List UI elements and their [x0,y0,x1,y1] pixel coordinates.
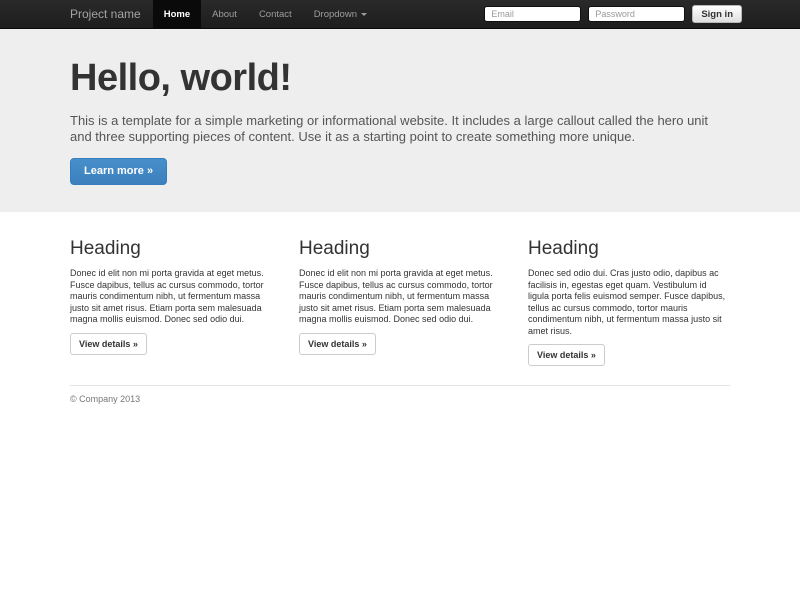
nav-item-home[interactable]: Home [153,0,201,28]
column-1: Heading Donec id elit non mi porta gravi… [70,238,272,366]
footer: © Company 2013 [0,385,800,404]
sign-in-button[interactable]: Sign in [692,5,742,23]
nav-item-dropdown-label: Dropdown [314,9,357,20]
view-details-button-3[interactable]: View details » [528,344,605,366]
signin-form: Sign in [484,0,742,28]
hero-text: This is a template for a simple marketin… [70,113,730,145]
learn-more-button[interactable]: Learn more » [70,158,167,185]
nav-item-about[interactable]: About [201,0,248,28]
column-heading: Heading [299,238,501,260]
column-3: Heading Donec sed odio dui. Cras justo o… [528,238,730,366]
email-field[interactable] [484,6,581,22]
column-heading: Heading [528,238,730,260]
view-details-button-1[interactable]: View details » [70,333,147,355]
column-text: Donec id elit non mi porta gravida at eg… [299,268,501,326]
navbar-nav: Home About Contact Dropdown [153,0,378,28]
column-heading: Heading [70,238,272,260]
caret-down-icon [361,13,367,16]
nav-item-dropdown[interactable]: Dropdown [303,0,378,28]
column-text: Donec id elit non mi porta gravida at eg… [70,268,272,326]
content-columns: Heading Donec id elit non mi porta gravi… [0,212,800,366]
nav-item-contact[interactable]: Contact [248,0,303,28]
view-details-button-2[interactable]: View details » [299,333,376,355]
hero-title: Hello, world! [70,57,730,100]
navbar: Project name Home About Contact Dropdown… [0,0,800,29]
hero-unit: Hello, world! This is a template for a s… [0,29,800,212]
navbar-brand[interactable]: Project name [70,0,141,28]
footer-divider [70,385,730,386]
password-field[interactable] [588,6,685,22]
copyright-text: © Company 2013 [70,394,730,404]
column-2: Heading Donec id elit non mi porta gravi… [299,238,501,366]
column-text: Donec sed odio dui. Cras justo odio, dap… [528,268,730,337]
